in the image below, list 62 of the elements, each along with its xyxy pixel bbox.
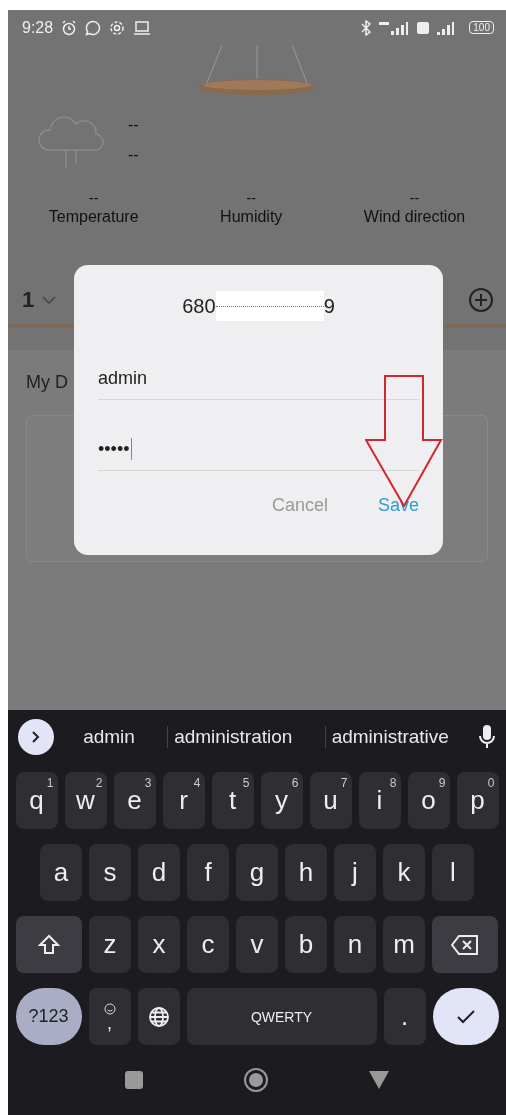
chevron-right-icon — [32, 731, 40, 743]
weather-value: -- — [128, 116, 139, 134]
add-icon[interactable] — [468, 287, 494, 313]
stat-label: Wind direction — [363, 208, 466, 226]
keyboard-key[interactable]: i 8 — [358, 772, 401, 829]
keyboard-key[interactable]: c — [187, 916, 229, 973]
suggestion[interactable]: admin — [77, 726, 141, 748]
dialog-title: 9 — [323, 294, 335, 318]
stat-value: -- — [246, 190, 256, 206]
keyboard-key[interactable]: n — [334, 916, 376, 973]
stat-label: Humidity — [220, 208, 283, 226]
keyboard-key[interactable] — [16, 916, 82, 973]
status-time: 9:28 — [22, 18, 54, 37]
keyboard-key[interactable]: t 5 — [211, 772, 254, 829]
emoji-icon — [103, 1002, 116, 1015]
keyboard-key[interactable] — [432, 988, 499, 1045]
dialog-title: 680 — [182, 294, 216, 318]
keyboard-key[interactable]: j — [334, 844, 376, 901]
keyboard-key[interactable]: d — [138, 844, 180, 901]
keyboard-key[interactable]: r 4 — [162, 772, 205, 829]
backspace-icon — [451, 933, 479, 956]
stat-label: Temperature — [48, 208, 139, 226]
gear-icon — [109, 19, 126, 36]
chat-icon — [85, 19, 102, 36]
battery-level: 100 — [469, 21, 494, 34]
laptop-icon — [133, 20, 152, 35]
password-field[interactable]: ••••• — [98, 428, 419, 471]
keyboard-key[interactable]: k — [383, 844, 425, 901]
keyboard-key[interactable]: . — [383, 988, 426, 1045]
keyboard-key[interactable]: g — [236, 844, 278, 901]
stat-value: -- — [89, 190, 99, 206]
keyboard-key[interactable] — [432, 916, 498, 973]
expand-button[interactable] — [18, 719, 54, 755]
globe-icon — [147, 1005, 170, 1028]
username-field[interactable]: admin — [98, 357, 419, 400]
home-icon[interactable] — [243, 1067, 269, 1093]
signal-icon — [379, 20, 410, 35]
bluetooth-icon — [361, 19, 372, 36]
suggestion[interactable]: administration — [167, 726, 299, 748]
keyboard-key[interactable]: l — [432, 844, 474, 901]
keyboard-key[interactable] — [137, 988, 180, 1045]
stat-value: -- — [409, 190, 420, 206]
keyboard-key[interactable]: v — [236, 916, 278, 973]
keyboard-key[interactable]: s — [89, 844, 131, 901]
keyboard-key[interactable]: h — [285, 844, 327, 901]
section-title: My D — [26, 372, 68, 393]
alarm-icon — [61, 19, 78, 36]
keyboard-key[interactable]: m — [383, 916, 425, 973]
keyboard-key[interactable]: b — [285, 916, 327, 973]
keyboard-key[interactable]: f — [187, 844, 229, 901]
keyboard-key[interactable]: ?123 — [15, 988, 82, 1045]
microphone-icon[interactable] — [478, 724, 496, 750]
back-icon[interactable] — [369, 1071, 389, 1089]
suggestion[interactable]: administrative — [324, 726, 455, 748]
keyboard-key[interactable]: a — [40, 844, 82, 901]
shift-icon — [37, 932, 61, 957]
weather-value: -- — [128, 146, 139, 164]
keyboard-key[interactable]: z — [89, 916, 131, 973]
keyboard-key[interactable]: , — [88, 988, 131, 1045]
keyboard-key[interactable]: QWERTY — [186, 988, 377, 1045]
keyboard-key[interactable]: x — [138, 916, 180, 973]
check-icon — [455, 1008, 476, 1025]
